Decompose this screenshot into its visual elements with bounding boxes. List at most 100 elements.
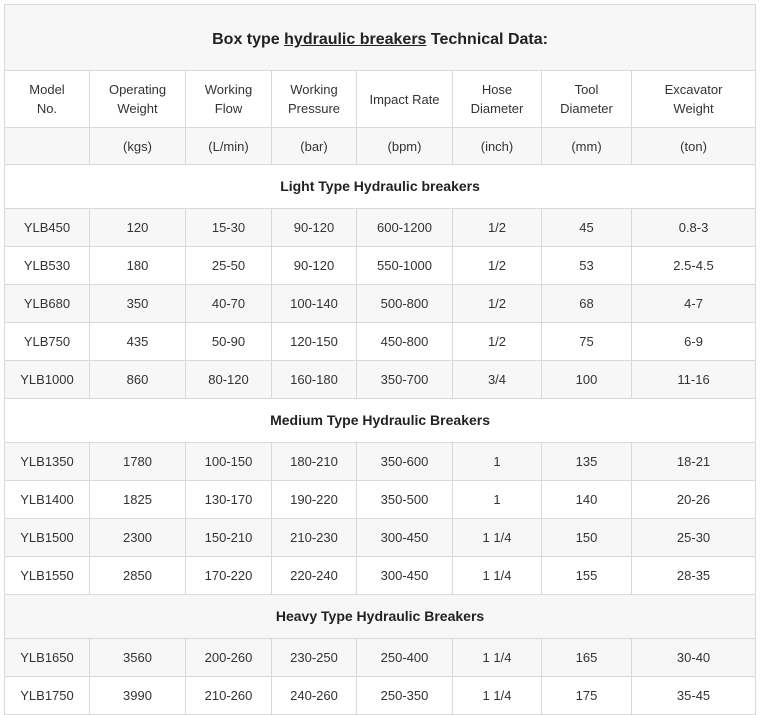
table-cell: 68 bbox=[541, 284, 632, 323]
unit-cell: (mm) bbox=[541, 127, 632, 165]
table-cell: 1/2 bbox=[452, 246, 542, 285]
table-cell: 90-120 bbox=[271, 246, 357, 285]
table-cell: 155 bbox=[541, 556, 632, 595]
table-cell: 1/2 bbox=[452, 208, 542, 247]
column-header: Hose Diameter bbox=[452, 70, 542, 128]
column-header: Impact Rate bbox=[356, 70, 453, 128]
hydraulic-breakers-link[interactable]: hydraulic breakers bbox=[284, 31, 426, 48]
table-cell: 130-170 bbox=[185, 480, 272, 519]
table-cell: 3560 bbox=[89, 638, 186, 677]
column-header-text: Working bbox=[204, 82, 253, 97]
table-cell: YLB450 bbox=[4, 208, 90, 247]
column-header: Excavator Weight bbox=[630, 70, 757, 128]
table-row: YLB450 120 15-30 90-120 600-1200 1/2 45 0.8-3 bbox=[4, 208, 757, 247]
table-cell: 30-40 bbox=[630, 638, 757, 677]
table-cell: 4-7 bbox=[630, 284, 757, 323]
title-suffix: Technical Data: bbox=[426, 31, 548, 48]
table-cell: 170-220 bbox=[185, 556, 272, 595]
table-cell: 230-250 bbox=[271, 638, 357, 677]
table-cell: 350-500 bbox=[356, 480, 453, 519]
table-row: YLB680 350 40-70 100-140 500-800 1/2 68 4-7 bbox=[4, 284, 757, 323]
table-cell: 2300 bbox=[89, 518, 186, 557]
unit-cell: (L/min) bbox=[185, 127, 272, 165]
table-cell: 165 bbox=[541, 638, 632, 677]
table-cell: 500-800 bbox=[356, 284, 453, 323]
table-row: YLB1400 1825 130-170 190-220 350-500 1 140 20-2… bbox=[4, 480, 757, 519]
table-cell: YLB680 bbox=[4, 284, 90, 323]
unit-cell: (bar) bbox=[271, 127, 357, 165]
table-row: YLB1500 2300 150-210 210-230 300-450 1 1/4 150… bbox=[4, 518, 757, 557]
table-cell: 25-30 bbox=[630, 518, 757, 557]
table-cell: 150-210 bbox=[185, 518, 272, 557]
table-cell: 1780 bbox=[89, 442, 186, 481]
table-cell: YLB530 bbox=[4, 246, 90, 285]
table-cell: 860 bbox=[89, 360, 186, 399]
table-row: YLB1750 3990 210-260 240-260 250-350 1 1/4 175… bbox=[4, 676, 757, 715]
table-cell: 150 bbox=[541, 518, 632, 557]
table-cell: 1825 bbox=[89, 480, 186, 519]
column-header-text: Weight bbox=[673, 101, 714, 116]
table-cell: 28-35 bbox=[630, 556, 757, 595]
section-title: Medium Type Hydraulic Breakers bbox=[3, 398, 757, 443]
table-cell: 1 bbox=[452, 442, 542, 481]
section-title: Heavy Type Hydraulic Breakers bbox=[3, 594, 757, 639]
column-header-text: Hose bbox=[481, 82, 513, 97]
column-header-text: Operating bbox=[108, 82, 167, 97]
table-cell: 350 bbox=[89, 284, 186, 323]
table-cell: 20-26 bbox=[630, 480, 757, 519]
table-cell: 175 bbox=[541, 676, 632, 715]
table-cell: YLB1400 bbox=[4, 480, 90, 519]
column-header-text: Tool bbox=[574, 82, 599, 97]
column-header-row: Model No. Operating Weight Working Flow Workin… bbox=[4, 70, 757, 128]
table-cell: 1/2 bbox=[452, 284, 542, 323]
table-cell: 45 bbox=[541, 208, 632, 247]
table-cell: 135 bbox=[541, 442, 632, 481]
section-header-row: Heavy Type Hydraulic Breakers bbox=[3, 594, 757, 639]
table-cell: 180 bbox=[89, 246, 186, 285]
table-row: YLB530 180 25-50 90-120 550-1000 1/2 53 2.5-4.5 bbox=[4, 246, 757, 285]
table-cell: YLB1000 bbox=[4, 360, 90, 399]
table-title: Box type hydraulic breakers Technical Da… bbox=[3, 4, 757, 71]
table-cell: 3990 bbox=[89, 676, 186, 715]
table-cell: YLB1500 bbox=[4, 518, 90, 557]
table-cell: YLB750 bbox=[4, 322, 90, 361]
table-cell: 53 bbox=[541, 246, 632, 285]
table-cell: 250-350 bbox=[356, 676, 453, 715]
column-header-text: Diameter bbox=[470, 101, 524, 116]
table-row: YLB1000 860 80-120 160-180 350-700 3/4 100 11-1… bbox=[4, 360, 757, 399]
table-cell: 2.5-4.5 bbox=[630, 246, 757, 285]
section-header-row: Medium Type Hydraulic Breakers bbox=[3, 398, 757, 443]
table-cell: 3/4 bbox=[452, 360, 542, 399]
column-header: Model No. bbox=[4, 70, 90, 128]
column-header-text: Working bbox=[290, 82, 338, 97]
spec-table-container: Box type hydraulic breakers Technical Da… bbox=[3, 4, 757, 715]
table-cell: 300-450 bbox=[356, 518, 453, 557]
column-header: Working Flow bbox=[185, 70, 272, 128]
table-cell: 350-600 bbox=[356, 442, 453, 481]
table-cell: 100-140 bbox=[271, 284, 357, 323]
column-header-text: No. bbox=[36, 101, 58, 116]
table-cell: 6-9 bbox=[630, 322, 757, 361]
table-cell: 1 bbox=[452, 480, 542, 519]
table-cell: 2850 bbox=[89, 556, 186, 595]
table-cell: 80-120 bbox=[185, 360, 272, 399]
table-cell: 250-400 bbox=[356, 638, 453, 677]
table-cell: YLB1350 bbox=[4, 442, 90, 481]
section-title: Light Type Hydraulic breakers bbox=[3, 164, 757, 209]
unit-cell: (inch) bbox=[452, 127, 542, 165]
column-header-text: Impact Rate bbox=[369, 91, 440, 107]
table-title-row: Box type hydraulic breakers Technical Da… bbox=[3, 4, 757, 71]
table-cell: 1 1/4 bbox=[452, 556, 542, 595]
table-cell: 90-120 bbox=[271, 208, 357, 247]
table-row: YLB1650 3560 200-260 230-250 250-400 1 1/4 165… bbox=[4, 638, 757, 677]
table-cell: 120-150 bbox=[271, 322, 357, 361]
column-header-text: Pressure bbox=[287, 101, 341, 116]
unit-row: (kgs) (L/min) (bar) (bpm) (inch) (mm) (ton) bbox=[4, 127, 757, 165]
table-cell: 100 bbox=[541, 360, 632, 399]
table-cell: 210-260 bbox=[185, 676, 272, 715]
title-prefix: Box type bbox=[212, 31, 285, 48]
table-cell: 180-210 bbox=[271, 442, 357, 481]
column-header-text: Diameter bbox=[560, 101, 613, 116]
table-cell: 0.8-3 bbox=[630, 208, 757, 247]
table-cell: 1 1/4 bbox=[452, 518, 542, 557]
